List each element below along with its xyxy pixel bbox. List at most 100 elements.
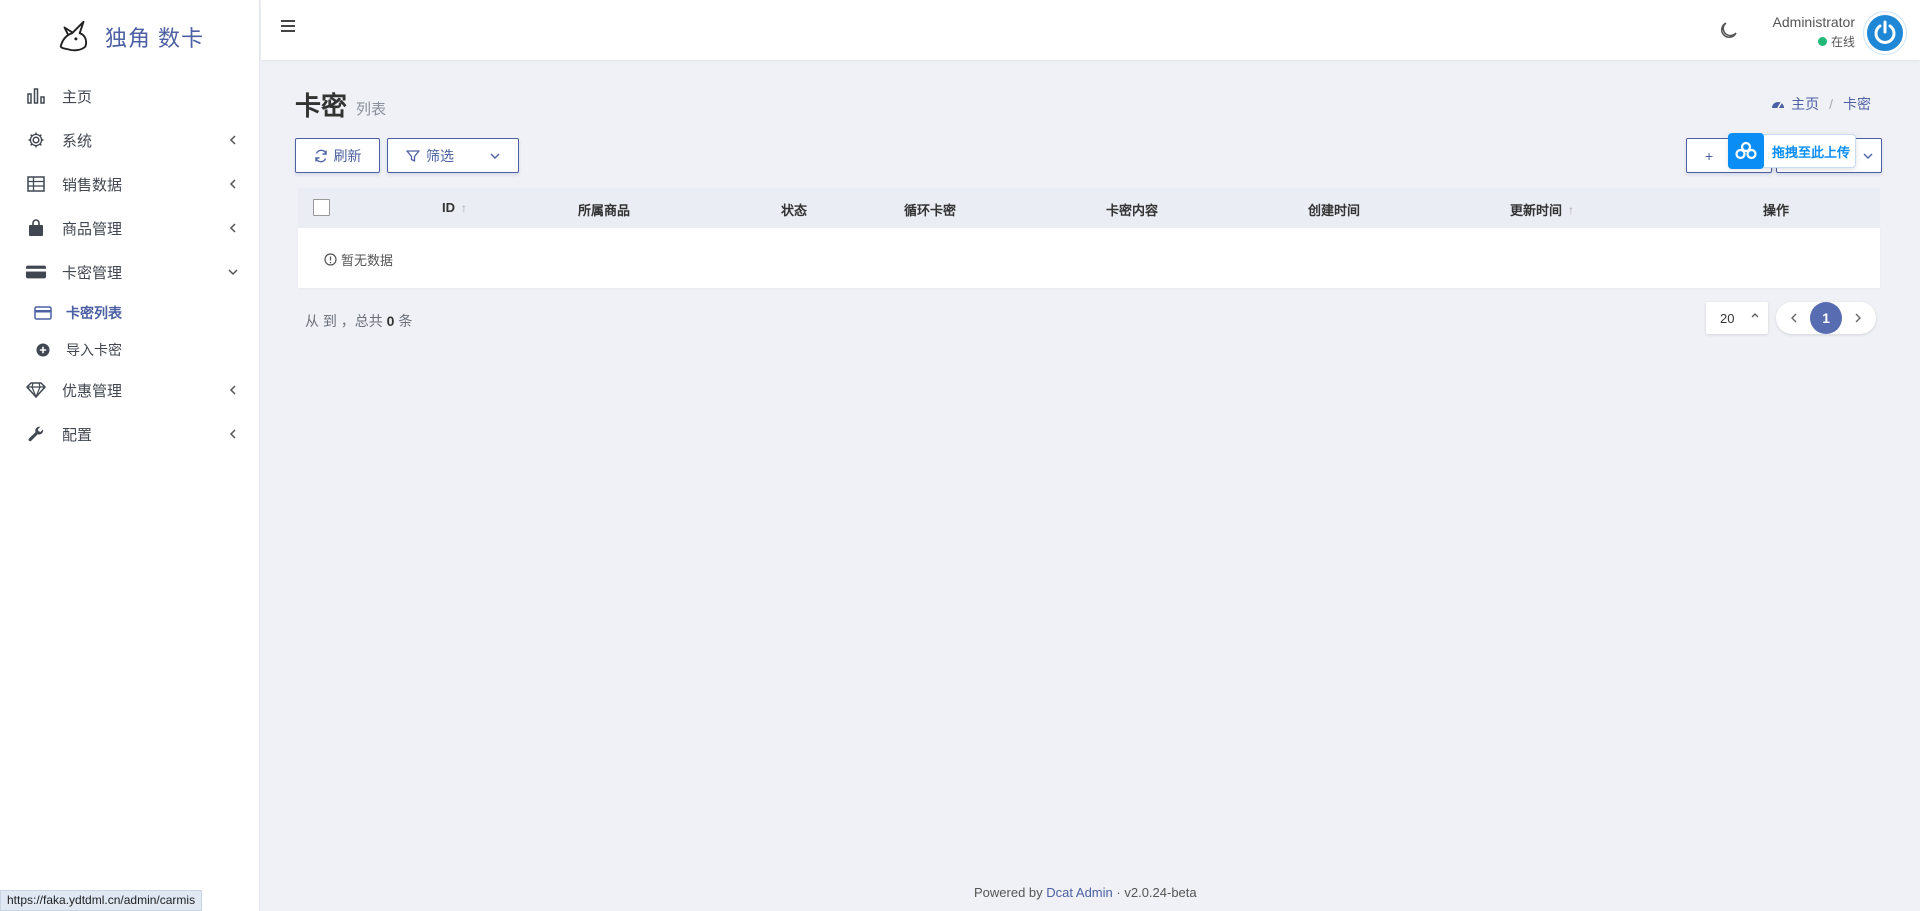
sidebar-item-label: 系统 bbox=[62, 132, 93, 150]
column-header-goods: 所属商品 bbox=[578, 200, 630, 219]
column-header-card-content: 卡密内容 bbox=[1106, 200, 1158, 219]
brand-name: 独角 数卡 bbox=[104, 26, 205, 51]
sidebar-subitem-label: 导入卡密 bbox=[66, 341, 122, 358]
column-label: 所属商品 bbox=[578, 203, 631, 218]
footer: Powered by Dcat Admin · v2.0.24-beta bbox=[974, 885, 1197, 900]
drag-upload-widget[interactable]: 拖拽至此上传 bbox=[1728, 133, 1856, 169]
chevron-down-icon bbox=[490, 153, 500, 159]
breadcrumb-home-link[interactable]: 主页 bbox=[1791, 94, 1819, 114]
summary-total: 0 bbox=[386, 313, 395, 329]
summary-prefix: 从 到 ，总共 bbox=[305, 313, 383, 329]
sidebar-item-goods[interactable]: 商品管理 bbox=[0, 206, 259, 250]
table-icon bbox=[26, 174, 46, 194]
chevron-down-icon bbox=[1863, 153, 1873, 159]
column-header-status: 状态 bbox=[781, 200, 807, 219]
prev-page-button[interactable] bbox=[1786, 310, 1802, 326]
per-page-value: 20 bbox=[1720, 310, 1735, 326]
column-label: 状态 bbox=[781, 203, 808, 218]
per-page-select[interactable]: 20 bbox=[1706, 302, 1768, 334]
sidebar-item-label: 销售数据 bbox=[62, 176, 123, 194]
empty-text: 暂无数据 bbox=[341, 253, 394, 268]
pagination: 1 bbox=[1776, 302, 1876, 334]
online-dot-icon bbox=[1817, 37, 1827, 46]
sidebar-item-card-management[interactable]: 卡密管理 bbox=[0, 250, 259, 294]
sidebar-item-label: 主页 bbox=[62, 88, 93, 106]
sort-arrow-icon[interactable]: ↑ bbox=[461, 201, 467, 215]
sidebar-item-coupons[interactable]: 优惠管理 bbox=[0, 368, 259, 412]
refresh-label: 刷新 bbox=[333, 147, 362, 164]
bar-chart-icon bbox=[26, 86, 46, 106]
column-label: ID bbox=[442, 200, 455, 215]
user-status-label: 在线 bbox=[1830, 35, 1855, 49]
column-label: 创建时间 bbox=[1308, 203, 1361, 218]
footer-version: v2.0.24-beta bbox=[1124, 885, 1197, 900]
credit-card-icon bbox=[26, 262, 46, 282]
table-body: 暂无数据 bbox=[298, 228, 1880, 288]
plus-circle-icon bbox=[34, 341, 52, 359]
column-label: 循环卡密 bbox=[904, 203, 957, 218]
filter-button[interactable]: 筛选 bbox=[387, 138, 519, 173]
user-name[interactable]: Administrator bbox=[1773, 14, 1855, 30]
unicorn-logo-icon bbox=[59, 20, 87, 52]
column-header-created-at: 创建时间 bbox=[1308, 200, 1360, 219]
cloud-upload-icon bbox=[1728, 133, 1764, 169]
chevron-left-icon bbox=[227, 222, 239, 234]
footer-dcat-link[interactable]: Dcat Admin bbox=[1046, 885, 1112, 900]
empty-state: 暂无数据 bbox=[324, 250, 393, 269]
filter-icon bbox=[406, 149, 420, 162]
table-header: ID ↑ 所属商品 状态 循环卡密 卡密内容 创建时间 更新时间 ↑ 操作 bbox=[298, 188, 1880, 228]
chevron-left-icon bbox=[227, 428, 239, 440]
footer-powered-by: Powered by bbox=[974, 885, 1043, 900]
dashboard-gauge-icon bbox=[1772, 102, 1785, 109]
sidebar-subitem-import-cards[interactable]: 导入卡密 bbox=[0, 331, 259, 368]
wrench-icon bbox=[26, 424, 46, 444]
upload-label: 拖拽至此上传 bbox=[1772, 144, 1851, 160]
summary-suffix: 条 bbox=[398, 313, 413, 329]
sidebar-item-label: 卡密管理 bbox=[62, 264, 123, 282]
column-header-updated-at[interactable]: 更新时间 ↑ bbox=[1510, 200, 1574, 219]
breadcrumb-current: 卡密 bbox=[1843, 96, 1871, 112]
page-title: 卡密 bbox=[295, 91, 348, 121]
avatar[interactable] bbox=[1864, 12, 1906, 54]
sidebar-nav: 主页 系统 销售数据 商品管理 卡密管理 卡密列表 导入卡密 优惠管理 配置 bbox=[0, 74, 259, 456]
current-page-button[interactable]: 1 bbox=[1810, 302, 1842, 334]
chevron-up-icon bbox=[1751, 313, 1759, 318]
column-header-id[interactable]: ID ↑ bbox=[442, 200, 467, 215]
sort-arrow-icon[interactable]: ↑ bbox=[1568, 203, 1574, 217]
power-icon bbox=[1874, 20, 1896, 44]
select-all-checkbox[interactable] bbox=[313, 199, 330, 216]
refresh-button[interactable]: 刷新 bbox=[295, 138, 380, 173]
refresh-icon bbox=[314, 149, 327, 162]
sidebar-item-config[interactable]: 配置 bbox=[0, 412, 259, 456]
card-icon bbox=[34, 304, 52, 322]
chevron-left-icon bbox=[1791, 313, 1797, 323]
info-circle-icon bbox=[324, 253, 337, 266]
chevron-right-icon bbox=[1855, 313, 1861, 323]
hamburger-menu-icon[interactable] bbox=[279, 18, 299, 38]
sidebar-subitem-card-list[interactable]: 卡密列表 bbox=[0, 294, 259, 331]
footer-separator: · bbox=[1116, 885, 1121, 900]
sidebar-item-home[interactable]: 主页 bbox=[0, 74, 259, 118]
user-status: 在线 bbox=[1817, 33, 1855, 50]
chevron-down-icon bbox=[227, 266, 239, 278]
brand[interactable]: 独角 数卡 bbox=[0, 0, 259, 74]
gear-icon bbox=[26, 130, 46, 150]
sidebar-item-system[interactable]: 系统 bbox=[0, 118, 259, 162]
filter-label: 筛选 bbox=[426, 147, 454, 164]
dark-mode-moon-icon[interactable] bbox=[1719, 20, 1741, 42]
chevron-left-icon bbox=[227, 384, 239, 396]
diamond-icon bbox=[26, 380, 46, 400]
column-header-actions: 操作 bbox=[1763, 200, 1789, 219]
next-page-button[interactable] bbox=[1850, 310, 1866, 326]
column-label: 更新时间 bbox=[1510, 203, 1563, 218]
chevron-left-icon bbox=[227, 178, 239, 190]
page-subtitle: 列表 bbox=[356, 101, 387, 118]
top-navbar: Administrator 在线 bbox=[261, 0, 1920, 60]
sidebar-item-sales[interactable]: 销售数据 bbox=[0, 162, 259, 206]
sidebar-item-label: 优惠管理 bbox=[62, 382, 123, 400]
breadcrumb-separator: / bbox=[1829, 96, 1833, 112]
pagination-summary: 从 到 ，总共 0 条 bbox=[305, 311, 412, 331]
column-label: 卡密内容 bbox=[1106, 203, 1159, 218]
sidebar: 独角 数卡 主页 系统 销售数据 商品管理 卡密管理 卡密列表 导入卡密 优惠管… bbox=[0, 0, 260, 911]
breadcrumb: 主页 / 卡密 bbox=[1771, 94, 1871, 114]
